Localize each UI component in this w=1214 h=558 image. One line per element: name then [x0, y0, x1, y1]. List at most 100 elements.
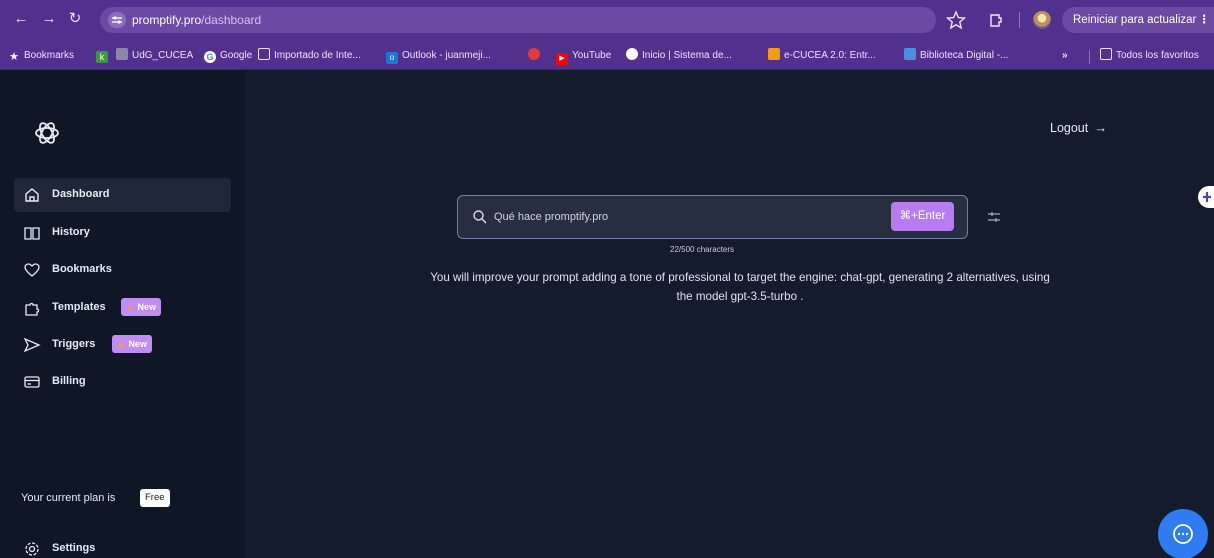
- fire-icon: ▲: [126, 302, 135, 312]
- all-favorites-folder[interactable]: Todos los favoritos: [1100, 48, 1199, 64]
- sidebar-item-bookmarks[interactable]: Bookmarks: [14, 253, 231, 287]
- bookmarks-bar: ★ Bookmarks k UdG_CUCEA G Google Importado…: [0, 42, 1214, 70]
- send-icon: [23, 336, 41, 354]
- k-favicon: k: [96, 51, 108, 63]
- bookmark-item[interactable]: ▶ YouTube: [556, 48, 612, 65]
- bookmark-star-icon[interactable]: [945, 9, 967, 31]
- bookmark-item[interactable]: ★ Bookmarks: [8, 48, 74, 64]
- bookmark-item[interactable]: Inicio | Sistema de...: [626, 48, 732, 64]
- sidebar-item-label: Billing: [52, 375, 86, 387]
- logout-label: Logout: [1050, 121, 1089, 135]
- restart-update-label: Reiniciar para actualizar: [1073, 14, 1197, 26]
- sidebar-item-triggers[interactable]: Triggers ▲ New: [14, 328, 231, 362]
- extension-side-tab[interactable]: [1198, 186, 1214, 208]
- ecucea-icon: [768, 48, 780, 60]
- bookmark-label: YouTube: [572, 50, 612, 61]
- bookmark-item[interactable]: Importado de Inte...: [258, 48, 361, 64]
- sidebar-item-history[interactable]: History: [14, 216, 231, 250]
- submit-button[interactable]: ⌘+Enter: [891, 202, 954, 231]
- all-favorites-label: Todos los favoritos: [1116, 50, 1199, 61]
- url-host: promptify.pro: [132, 13, 202, 27]
- prompt-search-box: ⌘+Enter: [457, 195, 968, 239]
- new-badge-label: New: [128, 339, 147, 349]
- sidebar-item-billing[interactable]: Billing: [14, 365, 231, 399]
- prompt-input[interactable]: [494, 208, 894, 226]
- main-content: Logout → ⌘+Enter 22/500 characters You wi…: [245, 70, 1214, 558]
- star-icon: ★: [9, 51, 19, 63]
- bookmark-label: Importado de Inte...: [274, 50, 361, 61]
- youtube-icon: ▶: [556, 53, 568, 65]
- openai-logo-icon[interactable]: [32, 118, 62, 148]
- toolbar-divider: [1019, 12, 1020, 28]
- more-bookmarks-button[interactable]: »: [1062, 48, 1068, 64]
- forward-arrow-icon[interactable]: →: [38, 8, 60, 30]
- prompt-summary: You will improve your prompt adding a to…: [340, 268, 1140, 306]
- plan-badge: Free: [140, 489, 170, 507]
- more-menu-icon[interactable]: ⋮: [1199, 7, 1211, 33]
- book-icon: [23, 224, 41, 242]
- bookmark-label: Google: [220, 50, 253, 61]
- bookmark-item[interactable]: UdG_CUCEA: [116, 48, 193, 64]
- folder-icon: [258, 48, 270, 60]
- udg-favicon: [116, 48, 128, 60]
- search-icon: [472, 209, 488, 225]
- bookmark-label: Biblioteca Digital -...: [920, 50, 1009, 61]
- settings-sliders-icon[interactable]: [986, 209, 1002, 225]
- summary-line: the model gpt-3.5-turbo .: [676, 290, 804, 303]
- sidebar-item-label: Settings: [52, 542, 96, 554]
- bookmark-item[interactable]: k: [96, 48, 112, 64]
- puzzle-icon: [23, 299, 41, 317]
- heart-icon: [23, 261, 41, 279]
- sidebar-item-label: Dashboard: [52, 188, 110, 200]
- bookmark-label: Bookmarks: [24, 50, 75, 61]
- new-badge-label: New: [137, 302, 156, 312]
- sidebar-item-label: Templates: [52, 301, 106, 313]
- sidebar-item-label: Bookmarks: [52, 263, 112, 275]
- back-arrow-icon[interactable]: ←: [10, 8, 32, 30]
- summary-line: You will improve your prompt adding a to…: [430, 271, 1050, 284]
- sidebar-item-settings[interactable]: Settings: [14, 536, 231, 558]
- folder-icon: [1100, 48, 1112, 60]
- plan-label: Your current plan is: [21, 492, 116, 504]
- bookmark-label: UdG_CUCEA: [132, 50, 194, 61]
- sidebar-item-label: Triggers: [52, 338, 96, 350]
- bookmark-item[interactable]: G Google: [204, 48, 252, 64]
- outlook-icon: o: [386, 52, 398, 64]
- home-icon: [23, 186, 41, 204]
- bookmark-item[interactable]: o Outlook - juanmeji...: [386, 48, 491, 64]
- url-path: /dashboard: [201, 13, 262, 27]
- address-bar[interactable]: promptify.pro/dashboard: [100, 7, 936, 33]
- chat-support-button[interactable]: [1158, 509, 1208, 558]
- sidebar-item-label: History: [52, 226, 90, 238]
- bookmark-item[interactable]: e-CUCEA 2.0: Entr...: [768, 48, 876, 64]
- bookmark-item[interactable]: Biblioteca Digital -...: [904, 48, 1008, 64]
- bookmarks-divider: [1089, 50, 1090, 64]
- gear-icon: [23, 540, 41, 558]
- bookmark-label: Outlook - juanmeji...: [402, 50, 491, 61]
- extensions-icon[interactable]: [985, 9, 1007, 31]
- library-icon: [904, 48, 916, 60]
- address-url: promptify.pro/dashboard: [132, 13, 261, 27]
- globe-icon: [626, 48, 638, 60]
- logout-button[interactable]: Logout →: [1050, 120, 1107, 135]
- new-badge: ▲ New: [112, 335, 152, 353]
- fire-icon: ▲: [117, 339, 126, 349]
- bookmark-item[interactable]: [528, 48, 544, 64]
- chat-icon: [1173, 524, 1193, 544]
- google-icon: G: [204, 51, 216, 63]
- new-badge: ▲ New: [121, 298, 161, 316]
- site-settings-icon[interactable]: [108, 12, 126, 28]
- reload-icon[interactable]: ↻: [64, 8, 86, 30]
- profile-avatar[interactable]: [1033, 11, 1051, 29]
- bookmark-label: Inicio | Sistema de...: [642, 50, 732, 61]
- sidebar-item-templates[interactable]: Templates ▲ New: [14, 291, 231, 325]
- restart-update-button[interactable]: Reiniciar para actualizar ⋮: [1062, 7, 1214, 33]
- credit-card-icon: [23, 373, 41, 391]
- plus-icon: [1203, 192, 1211, 202]
- sidebar: Dashboard History Bookmarks Templates ▲ …: [0, 70, 245, 558]
- arrow-right-icon: →: [1094, 120, 1108, 135]
- bookmark-label: e-CUCEA 2.0: Entr...: [784, 50, 876, 61]
- sidebar-item-dashboard[interactable]: Dashboard: [14, 178, 231, 212]
- character-counter: 22/500 characters: [670, 245, 735, 254]
- browser-toolbar: ← → ↻ promptify.pro/dashboard Reiniciar …: [0, 0, 1214, 42]
